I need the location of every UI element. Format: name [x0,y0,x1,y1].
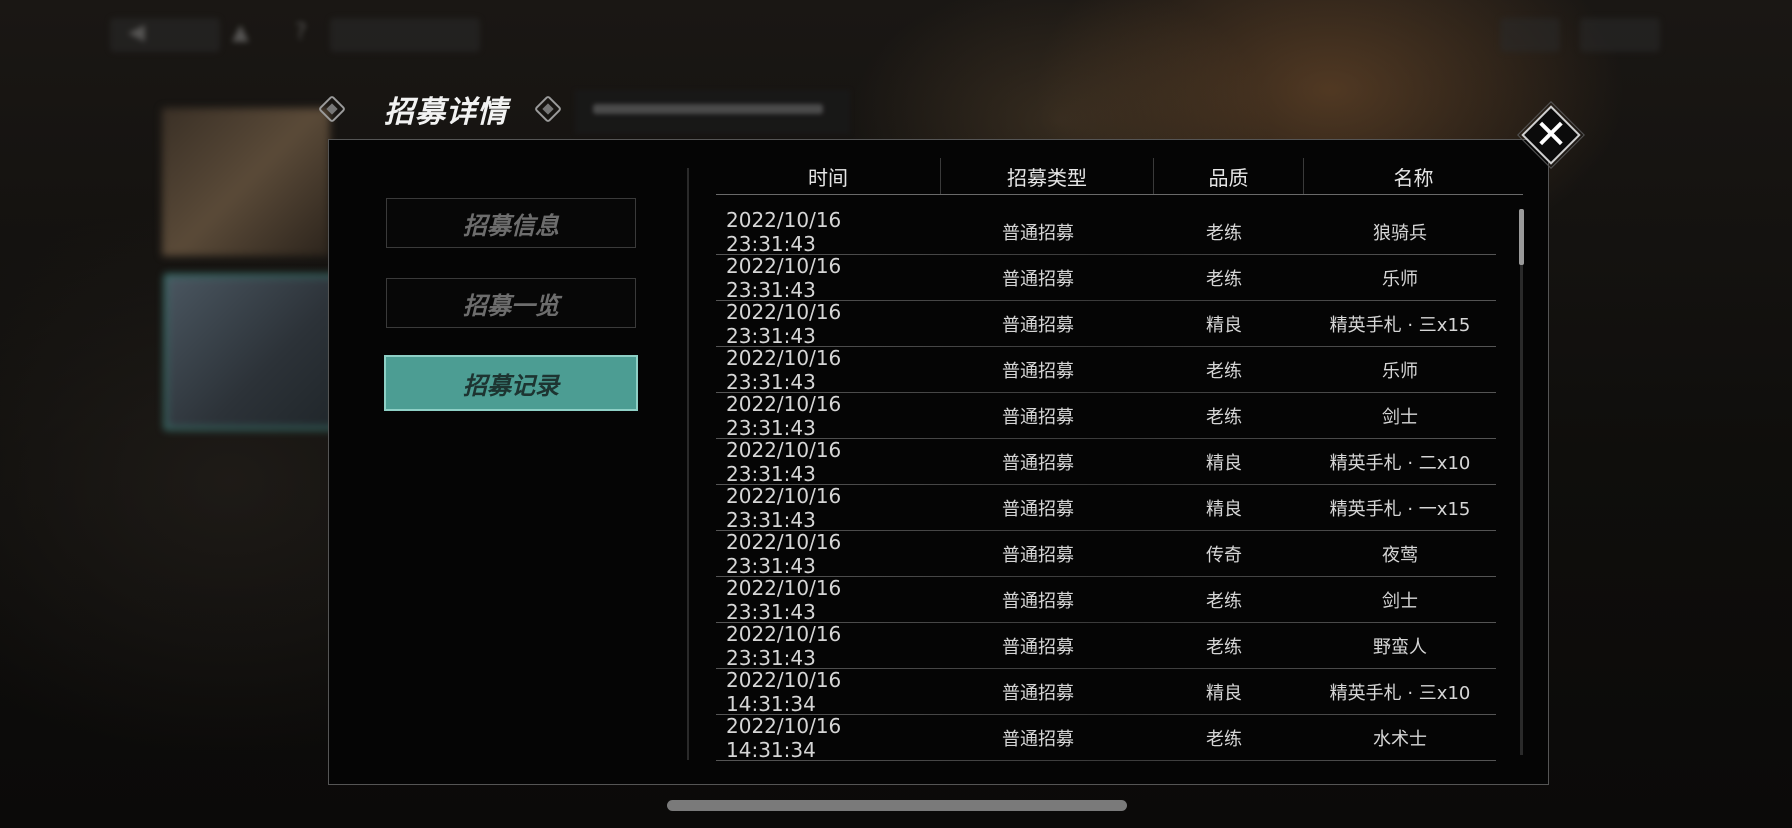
cell-time: 2022/10/16 23:31:43 [726,576,842,624]
divider [687,168,689,760]
cell-type: 普通招募 [1002,453,1074,474]
page-header: 招募详情 [317,84,563,134]
cell-name: 夜莺 [1382,545,1418,566]
game-screen: ◀ ▲ ? 招募详情 招募信息 招募一览 招募记录 时间 招募类型 品质 名称 [0,0,1792,828]
table-row: 2022/10/16 23:31:43 普通招募 精良 精英手札 · 一x15 [716,484,1496,532]
cell-time: 2022/10/16 14:31:34 [726,714,842,762]
close-button[interactable]: ✕ [1517,101,1585,169]
cell-time: 2022/10/16 23:31:43 [726,530,842,578]
table-row: 2022/10/16 23:31:43 普通招募 传奇 夜莺 [716,530,1496,578]
cell-quality: 老练 [1206,269,1242,290]
cell-type: 普通招募 [1002,315,1074,336]
cell-type: 普通招募 [1002,223,1074,244]
table-header: 时间 招募类型 品质 名称 [716,158,1523,195]
table-row: 2022/10/16 23:31:43 普通招募 老练 剑士 [716,392,1496,440]
table-row: 2022/10/16 14:31:34 普通招募 老练 水术士 [716,714,1496,762]
background-card [162,108,330,256]
tab-label: 招募一览 [463,290,559,320]
cell-name: 精英手札 · 三x15 [1329,315,1471,336]
table-row: 2022/10/16 23:31:43 普通招募 老练 剑士 [716,576,1496,624]
cell-time: 2022/10/16 23:31:43 [726,208,842,256]
page-title: 招募详情 [384,95,508,130]
cell-type: 普通招募 [1002,499,1074,520]
tab-recruit-overview[interactable]: 招募一览 [386,278,636,328]
scrollbar-thumb[interactable] [1519,209,1524,265]
cell-quality: 老练 [1206,637,1242,658]
cell-type: 普通招募 [1002,545,1074,566]
table-row: 2022/10/16 14:31:34 普通招募 精良 精英手札 · 三x10 [716,668,1496,716]
cell-type: 普通招募 [1002,591,1074,612]
table-row: 2022/10/16 23:31:43 普通招募 老练 乐师 [716,346,1496,394]
cell-name: 剑士 [1382,591,1418,612]
tab-recruit-records[interactable]: 招募记录 [384,355,638,411]
table-row: 2022/10/16 23:31:43 普通招募 精良 精英手札 · 三x15 [716,300,1496,348]
cell-quality: 老练 [1206,729,1242,750]
cell-quality: 精良 [1206,315,1242,336]
prev-arrow-icon[interactable] [317,94,347,124]
tab-label: 招募记录 [463,370,559,400]
close-icon: ✕ [1534,112,1568,158]
cell-quality: 精良 [1206,683,1242,704]
cell-type: 普通招募 [1002,683,1074,704]
cell-time: 2022/10/16 23:31:43 [726,346,842,394]
cell-name: 精英手札 · 二x10 [1329,453,1471,474]
scrollbar-track[interactable] [1520,209,1523,755]
cell-time: 2022/10/16 14:31:34 [726,668,842,716]
home-indicator[interactable] [667,800,1127,811]
cell-quality: 老练 [1206,361,1242,382]
background-top-bar: ◀ ▲ ? [110,14,1670,56]
cell-name: 水术士 [1373,729,1427,750]
table-row: 2022/10/16 23:31:43 普通招募 老练 狼骑兵 [716,208,1496,256]
column-header-quality: 品质 [1154,158,1304,194]
background-card [164,274,338,430]
cell-name: 精英手札 · 一x15 [1329,499,1471,520]
cell-name: 乐师 [1382,269,1418,290]
cell-type: 普通招募 [1002,729,1074,750]
records-table-body[interactable]: 2022/10/16 23:31:43 普通招募 老练 狼骑兵 2022/10/16 2… [716,208,1496,762]
cell-type: 普通招募 [1002,407,1074,428]
cell-time: 2022/10/16 23:31:43 [726,254,842,302]
cell-name: 野蛮人 [1373,637,1427,658]
cell-name: 狼骑兵 [1373,223,1427,244]
cell-type: 普通招募 [1002,361,1074,382]
cell-quality: 传奇 [1206,545,1242,566]
cell-name: 精英手札 · 三x10 [1329,683,1471,704]
table-row: 2022/10/16 23:31:43 普通招募 精良 精英手札 · 二x10 [716,438,1496,486]
column-header-type: 招募类型 [941,158,1154,194]
cell-quality: 精良 [1206,499,1242,520]
next-arrow-icon[interactable] [533,94,563,124]
cell-quality: 老练 [1206,223,1242,244]
cell-quality: 老练 [1206,407,1242,428]
cell-quality: 精良 [1206,453,1242,474]
background-tip [575,90,850,134]
column-header-time: 时间 [716,158,941,194]
cell-time: 2022/10/16 23:31:43 [726,484,842,532]
cell-time: 2022/10/16 23:31:43 [726,622,842,670]
table-row: 2022/10/16 23:31:43 普通招募 老练 乐师 [716,254,1496,302]
cell-time: 2022/10/16 23:31:43 [726,300,842,348]
recruit-detail-panel: 招募信息 招募一览 招募记录 时间 招募类型 品质 名称 2022/10/16 … [328,139,1549,785]
cell-type: 普通招募 [1002,637,1074,658]
cell-quality: 老练 [1206,591,1242,612]
table-row: 2022/10/16 23:31:43 普通招募 老练 野蛮人 [716,622,1496,670]
cell-name: 乐师 [1382,361,1418,382]
cell-type: 普通招募 [1002,269,1074,290]
cell-name: 剑士 [1382,407,1418,428]
tab-recruit-info[interactable]: 招募信息 [386,198,636,248]
cell-time: 2022/10/16 23:31:43 [726,392,842,440]
tab-label: 招募信息 [463,210,559,240]
cell-time: 2022/10/16 23:31:43 [726,438,842,486]
column-header-name: 名称 [1393,165,1434,190]
